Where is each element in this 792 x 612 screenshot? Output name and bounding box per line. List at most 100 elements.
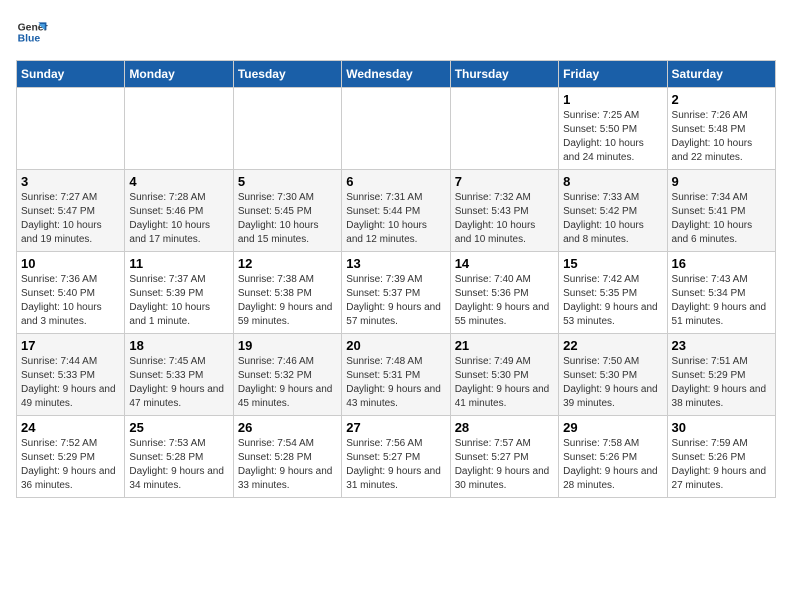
day-info: Sunrise: 7:54 AM Sunset: 5:28 PM Dayligh…	[238, 437, 337, 493]
day-number: 1	[563, 92, 662, 107]
logo: General Blue	[16, 16, 52, 48]
day-number: 7	[455, 174, 554, 189]
calendar-week-1: 1 Sunrise: 7:25 AM Sunset: 5:50 PM Daylig…	[17, 88, 776, 170]
day-info: Sunrise: 7:30 AM Sunset: 5:45 PM Dayligh…	[238, 191, 337, 247]
day-number: 5	[238, 174, 337, 189]
calendar-cell: 4 Sunrise: 7:28 AM Sunset: 5:46 PM Daylig…	[125, 170, 233, 252]
day-number: 2	[672, 92, 771, 107]
day-info: Sunrise: 7:53 AM Sunset: 5:28 PM Dayligh…	[129, 437, 228, 493]
day-number: 29	[563, 420, 662, 435]
page-header: General Blue	[16, 16, 776, 48]
calendar-cell: 27Sunrise: 7:56 AM Sunset: 5:27 PM Dayli…	[342, 416, 450, 498]
day-info: Sunrise: 7:59 AM Sunset: 5:26 PM Dayligh…	[672, 437, 771, 493]
weekday-header-friday: Friday	[559, 61, 667, 88]
day-number: 14	[455, 256, 554, 271]
calendar-header-row: SundayMondayTuesdayWednesdayThursdayFrid…	[17, 61, 776, 88]
day-info: Sunrise: 7:56 AM Sunset: 5:27 PM Dayligh…	[346, 437, 445, 493]
day-info: Sunrise: 7:38 AM Sunset: 5:38 PM Dayligh…	[238, 273, 337, 329]
day-info: Sunrise: 7:57 AM Sunset: 5:27 PM Dayligh…	[455, 437, 554, 493]
calendar-week-3: 10 Sunrise: 7:36 AM Sunset: 5:40 PM Dayli…	[17, 252, 776, 334]
weekday-header-saturday: Saturday	[667, 61, 775, 88]
day-number: 25	[129, 420, 228, 435]
day-info: Sunrise: 7:49 AM Sunset: 5:30 PM Dayligh…	[455, 355, 554, 411]
day-info: Sunrise: 7:25 AM Sunset: 5:50 PM Dayligh…	[563, 109, 662, 165]
calendar-cell: 23 Sunrise: 7:51 AM Sunset: 5:29 PM Dayli…	[667, 334, 775, 416]
calendar-cell: 8 Sunrise: 7:33 AM Sunset: 5:42 PM Daylig…	[559, 170, 667, 252]
calendar-cell: 16Sunrise: 7:43 AM Sunset: 5:34 PM Dayli…	[667, 252, 775, 334]
day-info: Sunrise: 7:40 AM Sunset: 5:36 PM Dayligh…	[455, 273, 554, 329]
day-info: Sunrise: 7:44 AM Sunset: 5:33 PM Dayligh…	[21, 355, 120, 411]
day-info: Sunrise: 7:36 AM Sunset: 5:40 PM Dayligh…	[21, 273, 120, 329]
day-number: 17	[21, 338, 120, 353]
day-info: Sunrise: 7:32 AM Sunset: 5:43 PM Dayligh…	[455, 191, 554, 247]
day-info: Sunrise: 7:33 AM Sunset: 5:42 PM Dayligh…	[563, 191, 662, 247]
calendar-cell: 5 Sunrise: 7:30 AM Sunset: 5:45 PM Daylig…	[233, 170, 341, 252]
calendar-cell: 15 Sunrise: 7:42 AM Sunset: 5:35 PM Dayli…	[559, 252, 667, 334]
calendar-cell: 30 Sunrise: 7:59 AM Sunset: 5:26 PM Dayli…	[667, 416, 775, 498]
day-number: 30	[672, 420, 771, 435]
calendar-cell	[125, 88, 233, 170]
day-info: Sunrise: 7:31 AM Sunset: 5:44 PM Dayligh…	[346, 191, 445, 247]
calendar-cell: 25 Sunrise: 7:53 AM Sunset: 5:28 PM Dayli…	[125, 416, 233, 498]
day-number: 20	[346, 338, 445, 353]
calendar-cell: 18Sunrise: 7:45 AM Sunset: 5:33 PM Dayli…	[125, 334, 233, 416]
calendar-cell: 2 Sunrise: 7:26 AM Sunset: 5:48 PM Daylig…	[667, 88, 775, 170]
day-number: 8	[563, 174, 662, 189]
calendar-cell: 11 Sunrise: 7:37 AM Sunset: 5:39 PM Dayli…	[125, 252, 233, 334]
weekday-header-sunday: Sunday	[17, 61, 125, 88]
day-info: Sunrise: 7:45 AM Sunset: 5:33 PM Dayligh…	[129, 355, 228, 411]
day-number: 24	[21, 420, 120, 435]
day-info: Sunrise: 7:39 AM Sunset: 5:37 PM Dayligh…	[346, 273, 445, 329]
day-number: 22	[563, 338, 662, 353]
calendar-cell: 22 Sunrise: 7:50 AM Sunset: 5:30 PM Dayli…	[559, 334, 667, 416]
day-info: Sunrise: 7:48 AM Sunset: 5:31 PM Dayligh…	[346, 355, 445, 411]
day-number: 28	[455, 420, 554, 435]
calendar-cell: 13 Sunrise: 7:39 AM Sunset: 5:37 PM Dayli…	[342, 252, 450, 334]
day-info: Sunrise: 7:37 AM Sunset: 5:39 PM Dayligh…	[129, 273, 228, 329]
day-info: Sunrise: 7:34 AM Sunset: 5:41 PM Dayligh…	[672, 191, 771, 247]
day-info: Sunrise: 7:42 AM Sunset: 5:35 PM Dayligh…	[563, 273, 662, 329]
day-info: Sunrise: 7:51 AM Sunset: 5:29 PM Dayligh…	[672, 355, 771, 411]
calendar-cell: 6 Sunrise: 7:31 AM Sunset: 5:44 PM Daylig…	[342, 170, 450, 252]
day-info: Sunrise: 7:43 AM Sunset: 5:34 PM Dayligh…	[672, 273, 771, 329]
calendar-cell: 10 Sunrise: 7:36 AM Sunset: 5:40 PM Dayli…	[17, 252, 125, 334]
day-number: 3	[21, 174, 120, 189]
day-number: 13	[346, 256, 445, 271]
calendar-cell	[342, 88, 450, 170]
calendar-cell: 9 Sunrise: 7:34 AM Sunset: 5:41 PM Daylig…	[667, 170, 775, 252]
calendar-cell: 24 Sunrise: 7:52 AM Sunset: 5:29 PM Dayli…	[17, 416, 125, 498]
calendar-week-5: 24 Sunrise: 7:52 AM Sunset: 5:29 PM Dayli…	[17, 416, 776, 498]
calendar-cell	[17, 88, 125, 170]
calendar-cell: 3Sunrise: 7:27 AM Sunset: 5:47 PM Daylig…	[17, 170, 125, 252]
day-number: 23	[672, 338, 771, 353]
day-info: Sunrise: 7:26 AM Sunset: 5:48 PM Dayligh…	[672, 109, 771, 165]
day-number: 4	[129, 174, 228, 189]
calendar-cell: 14 Sunrise: 7:40 AM Sunset: 5:36 PM Dayli…	[450, 252, 558, 334]
weekday-header-tuesday: Tuesday	[233, 61, 341, 88]
day-info: Sunrise: 7:28 AM Sunset: 5:46 PM Dayligh…	[129, 191, 228, 247]
calendar-cell: 7 Sunrise: 7:32 AM Sunset: 5:43 PM Daylig…	[450, 170, 558, 252]
day-number: 9	[672, 174, 771, 189]
calendar-week-4: 17 Sunrise: 7:44 AM Sunset: 5:33 PM Dayli…	[17, 334, 776, 416]
day-number: 15	[563, 256, 662, 271]
calendar-cell: 28 Sunrise: 7:57 AM Sunset: 5:27 PM Dayli…	[450, 416, 558, 498]
calendar-table: SundayMondayTuesdayWednesdayThursdayFrid…	[16, 60, 776, 498]
day-number: 10	[21, 256, 120, 271]
svg-text:Blue: Blue	[18, 34, 41, 45]
day-number: 19	[238, 338, 337, 353]
day-info: Sunrise: 7:50 AM Sunset: 5:30 PM Dayligh…	[563, 355, 662, 411]
calendar-cell: 20 Sunrise: 7:48 AM Sunset: 5:31 PM Dayli…	[342, 334, 450, 416]
calendar-cell: 26Sunrise: 7:54 AM Sunset: 5:28 PM Dayli…	[233, 416, 341, 498]
calendar-cell: 12 Sunrise: 7:38 AM Sunset: 5:38 PM Dayli…	[233, 252, 341, 334]
calendar-cell: 29Sunrise: 7:58 AM Sunset: 5:26 PM Dayli…	[559, 416, 667, 498]
day-info: Sunrise: 7:52 AM Sunset: 5:29 PM Dayligh…	[21, 437, 120, 493]
day-info: Sunrise: 7:46 AM Sunset: 5:32 PM Dayligh…	[238, 355, 337, 411]
day-number: 12	[238, 256, 337, 271]
calendar-week-2: 3Sunrise: 7:27 AM Sunset: 5:47 PM Daylig…	[17, 170, 776, 252]
calendar-cell	[233, 88, 341, 170]
day-number: 6	[346, 174, 445, 189]
calendar-cell	[450, 88, 558, 170]
weekday-header-wednesday: Wednesday	[342, 61, 450, 88]
logo-icon: General Blue	[16, 16, 48, 48]
day-number: 11	[129, 256, 228, 271]
